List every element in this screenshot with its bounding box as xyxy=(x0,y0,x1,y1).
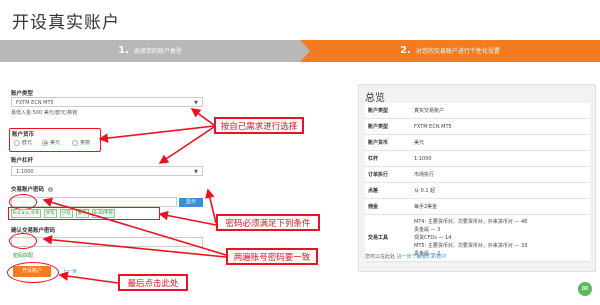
step-1-label: 选择您的账户类型 xyxy=(133,48,182,55)
confirm-annotation-circle xyxy=(9,233,37,249)
chevron-down-icon: ▼ xyxy=(194,100,198,106)
password-label-text: 交易账户密码 xyxy=(11,187,45,193)
requirement-chip: 6-20字符 xyxy=(91,209,115,218)
callout-click-here: 最后点击此处 xyxy=(118,274,188,291)
min-deposit-note: 最低入金:500 美元/欧元/英镑 xyxy=(11,110,78,116)
table-row: 账户货币 美元 xyxy=(365,134,590,151)
currency-option-eur[interactable]: 欧元 xyxy=(14,139,32,146)
callout-choose: 按自己需求进行选择 xyxy=(214,117,304,134)
currency-option-gbp[interactable]: 英镑 xyxy=(72,139,90,146)
learn-more-link[interactable]: 进一步了解我们的账户 xyxy=(397,254,447,260)
callout-passwords-match: 两遍账号密码要一致 xyxy=(226,248,318,265)
instrument-line: 贵金属 — 3 xyxy=(414,227,441,233)
step-arrow xyxy=(300,40,310,62)
row-key: 账户类型 xyxy=(365,103,411,119)
requirement-chip: 大写 xyxy=(43,209,57,218)
row-value: 美元 xyxy=(411,134,590,151)
currency-option-label: 英镑 xyxy=(80,140,91,146)
account-type-value: FXTM ECN MT5 xyxy=(16,100,54,106)
step-2-label: 对您的交易账户进行个性化设置 xyxy=(415,48,500,55)
table-row: 账户类型 真实交易账户 xyxy=(365,103,590,119)
summary-footer: 您可以在此处 进一步了解我们的账户 xyxy=(365,253,447,260)
back-link[interactable]: 上一步 xyxy=(62,268,77,275)
row-value: FXTM ECN MT5 xyxy=(411,118,590,135)
account-type-label: 账户类型 xyxy=(11,91,34,97)
row-value: 市场执行 xyxy=(411,166,590,183)
row-value: 真实交易账户 xyxy=(411,103,590,119)
radio-selected-icon xyxy=(42,139,48,146)
table-row: 佣金 每手2美金 xyxy=(365,198,590,215)
requirement-chip: 小写 xyxy=(59,209,73,218)
row-key: 点差 xyxy=(365,182,411,199)
row-value: 每手2美金 xyxy=(411,198,590,215)
radio-icon xyxy=(72,139,78,146)
chevron-down-icon: ▼ xyxy=(194,169,198,175)
row-key: 账户货币 xyxy=(365,134,411,151)
step-1[interactable]: 1. 选择您的账户类型 xyxy=(0,40,300,62)
currency-option-label: 欧元 xyxy=(22,140,33,146)
row-key: 杠杆 xyxy=(365,150,411,167)
callout-password-rules: 密码必须满足下列条件 xyxy=(216,214,320,231)
currency-label: 账户货币 xyxy=(12,132,35,138)
table-row: 杠杆 1:1000 xyxy=(365,150,590,167)
requirement-chip: 数字 xyxy=(75,209,89,218)
confirm-password-input[interactable] xyxy=(11,237,203,247)
row-key: 订单执行 xyxy=(365,166,411,183)
radio-icon xyxy=(14,139,20,146)
summary-panel: 总览 账户类型 真实交易账户 账户类型 FXTM ECN MT5 账户货币 美元 杠杆… xyxy=(358,84,596,272)
row-key: 账户类型 xyxy=(365,118,411,135)
row-value: 从 0.1 起 xyxy=(411,182,590,199)
instrument-line: 现货CFDs — 14 xyxy=(414,235,452,241)
summary-title: 总览 xyxy=(365,93,385,104)
instrument-line: MT5: 主要货币对，次要货币对，外来货币对 — 33 xyxy=(414,243,528,249)
leverage-select[interactable]: 1:1000 ▼ xyxy=(11,166,203,176)
summary-table: 账户类型 真实交易账户 账户类型 FXTM ECN MT5 账户货币 美元 杠杆 1:1… xyxy=(365,103,590,262)
chat-icon[interactable]: ✉ xyxy=(578,282,592,296)
currency-option-usd[interactable]: 美元 xyxy=(42,139,60,146)
step-2-number: 2. xyxy=(400,45,411,56)
leverage-label: 账户杠杆 xyxy=(11,158,34,164)
step-2: 2. 对您的交易账户进行个性化设置 xyxy=(300,40,600,62)
page-title: 开设真实账户 xyxy=(12,13,120,33)
show-password-button[interactable]: 显示 xyxy=(179,198,203,207)
row-key: 佣金 xyxy=(365,198,411,215)
requirement-chip: 6-2 a-z, 0-9 xyxy=(11,209,41,218)
step-1-number: 1. xyxy=(118,45,129,56)
summary-footer-text: 您可以在此处 xyxy=(365,254,396,260)
step-progress-bar: 1. 选择您的账户类型 2. 对您的交易账户进行个性化设置 xyxy=(0,40,600,62)
table-row: 账户类型 FXTM ECN MT5 xyxy=(365,118,590,135)
instrument-line: MT4: 主要货币对，次要货币对，外来货币对 — 48 xyxy=(414,219,528,225)
currency-option-label: 美元 xyxy=(50,140,61,146)
info-icon[interactable]: i xyxy=(47,187,53,192)
open-button-annotation-circle xyxy=(7,262,59,283)
table-row: 订单执行 市场执行 xyxy=(365,166,590,183)
table-row: 点差从 0.1 起 xyxy=(365,182,590,199)
password-match-text: 密码匹配 xyxy=(13,253,34,259)
password-requirements: 6-2 a-z, 0-9 大写 小写 数字 6-20字符 xyxy=(11,209,115,218)
account-type-select[interactable]: FXTM ECN MT5 ▼ xyxy=(11,97,203,107)
leverage-value: 1:1000 xyxy=(16,169,34,175)
password-label: 交易账户密码 i xyxy=(11,185,53,193)
row-value: 1:1000 xyxy=(411,150,590,167)
